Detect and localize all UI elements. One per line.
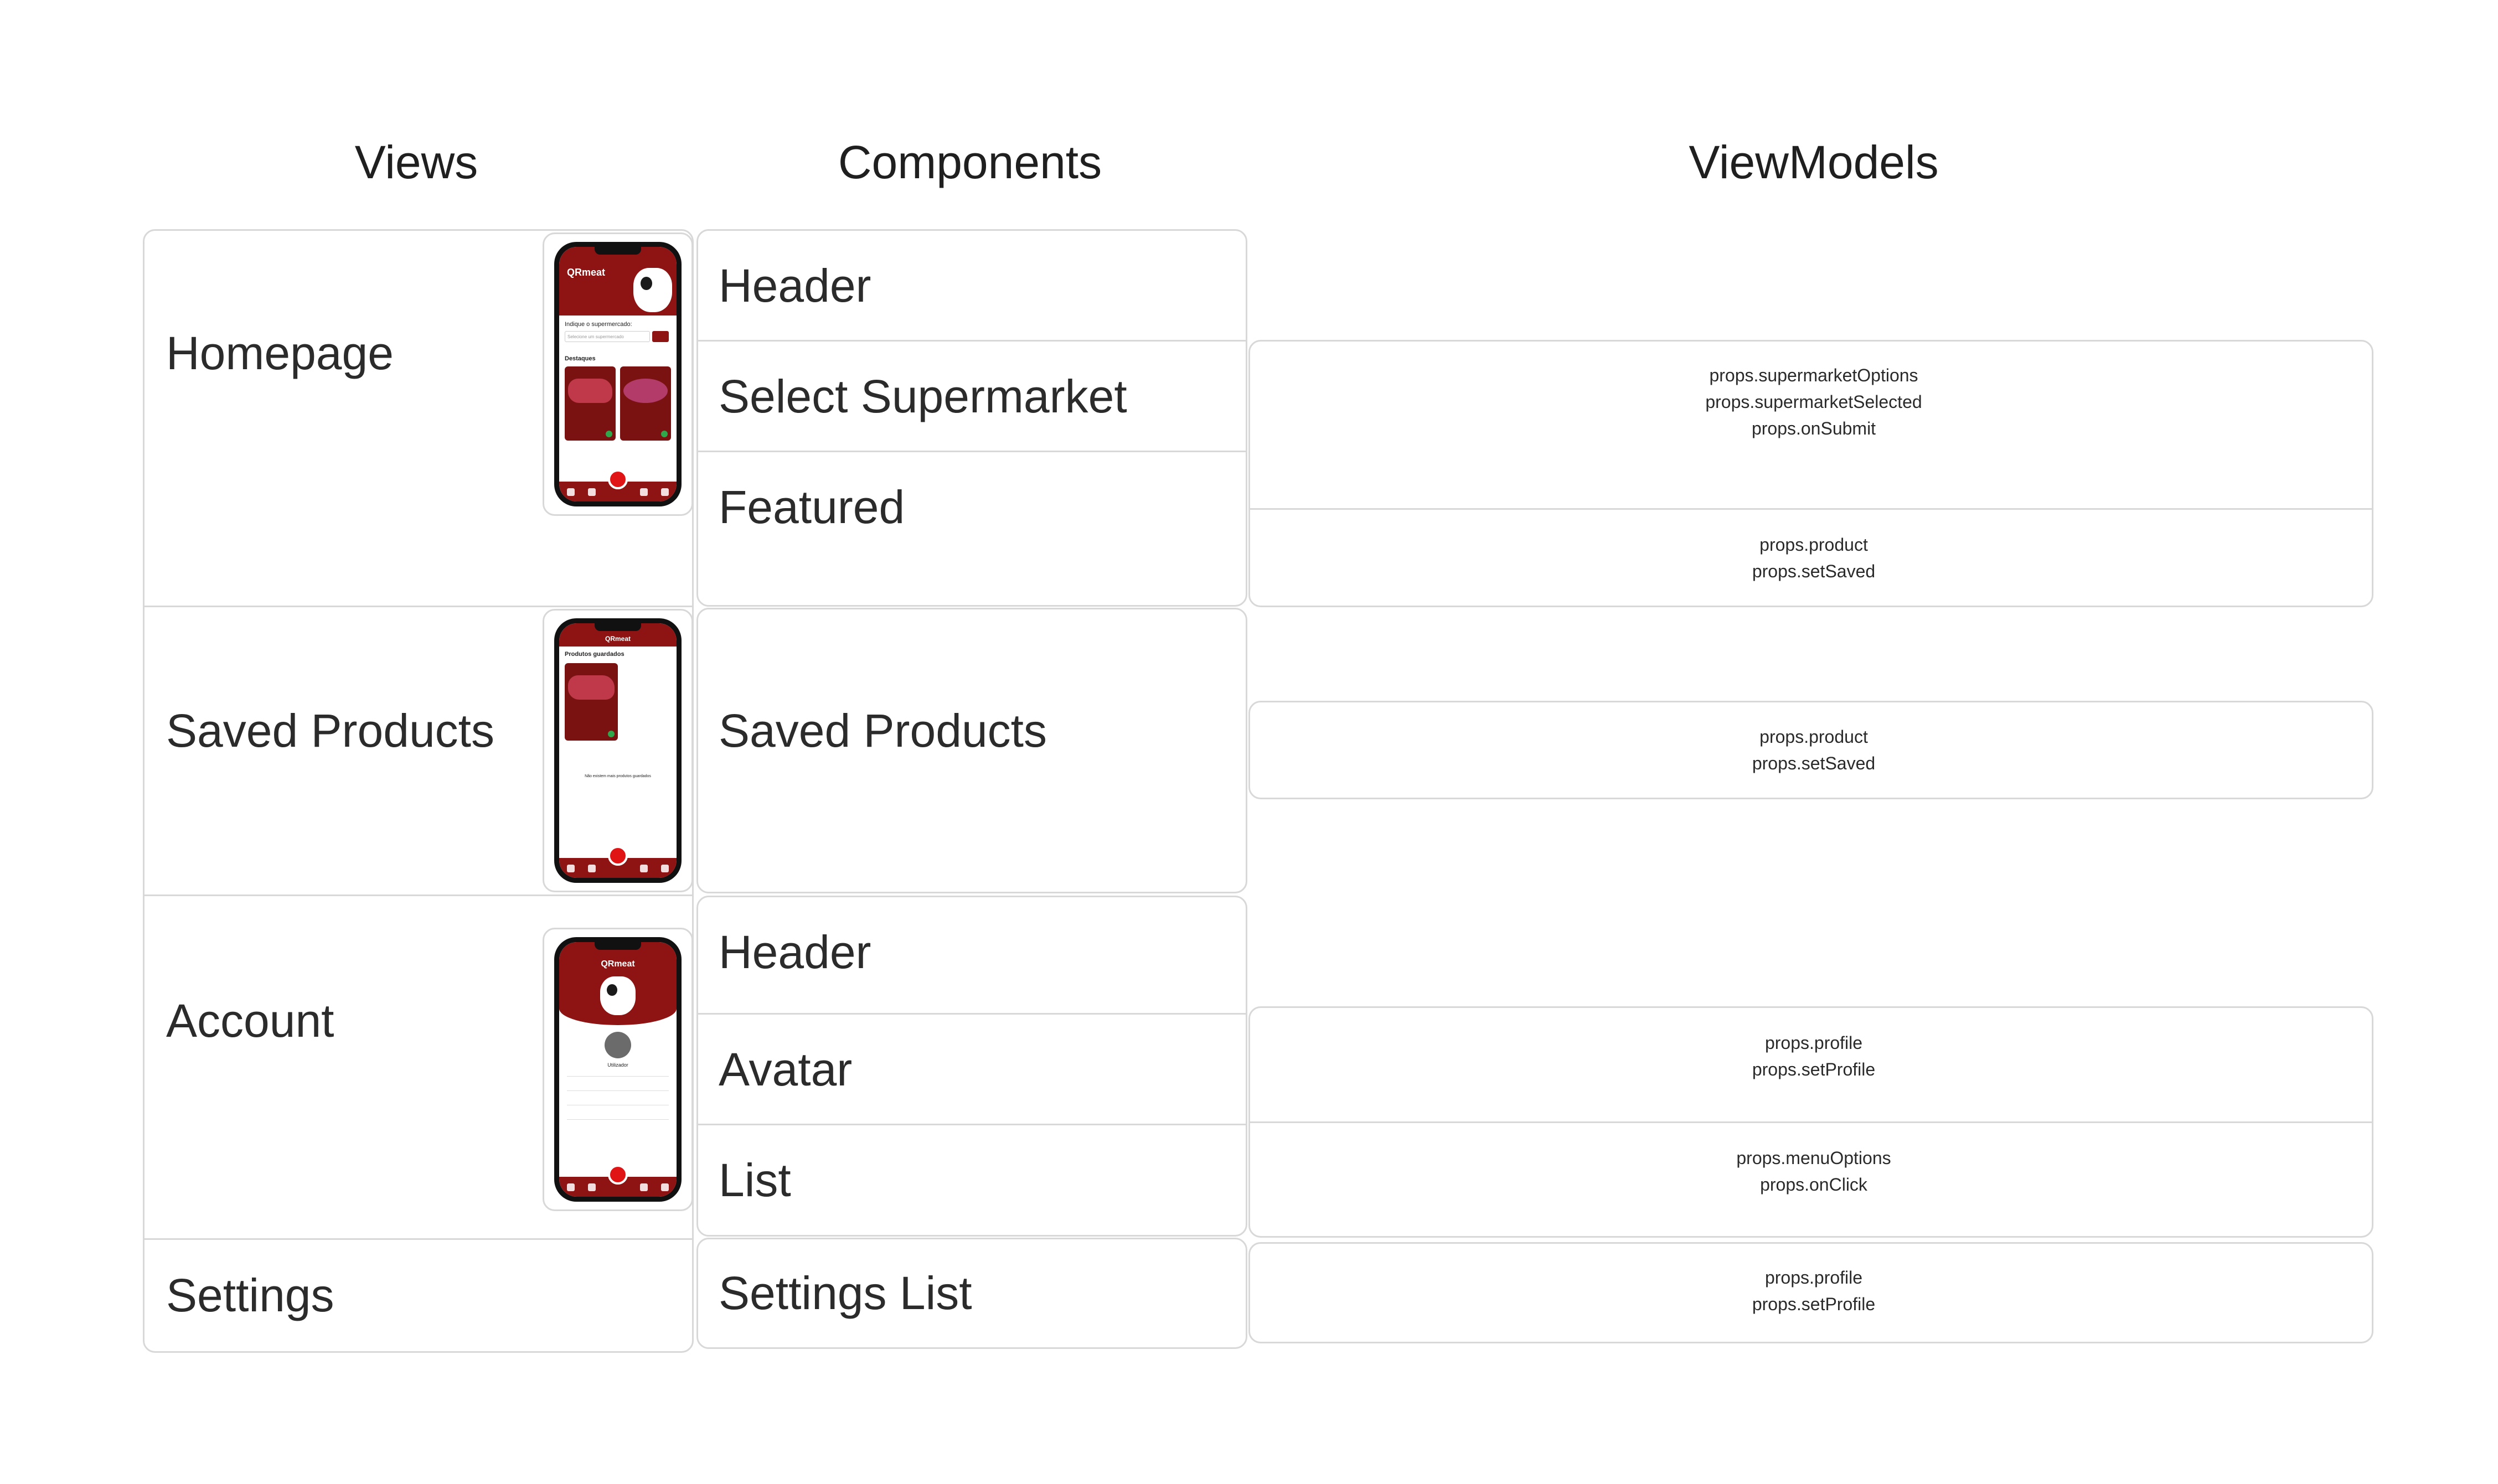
list-icon[interactable] (640, 865, 648, 872)
home-select-placeholder: Selecione um supermercado (567, 334, 624, 339)
home-supermarket-select[interactable]: Selecione um supermercado (565, 331, 650, 342)
phone-screen: QRmeat Indique o supermercado: Selecione… (559, 247, 677, 501)
viewmodel-prop: props.supermarketOptions (1709, 365, 1918, 385)
app-logo: QRmeat (601, 959, 635, 969)
view-saved-products-label: Saved Products (166, 705, 495, 757)
viewmodel-select-supermarket: props.supermarketOptions props.supermark… (1252, 362, 2375, 442)
component-select-supermarket: Select Supermarket (719, 370, 1127, 422)
views-column-title: Views (354, 136, 478, 188)
account-username: Utilizador (607, 1062, 628, 1068)
phone-frame: QRmeat Utilizador (554, 937, 682, 1202)
user-icon[interactable] (661, 865, 669, 872)
homepage-mockup: QRmeat Indique o supermercado: Selecione… (543, 232, 693, 516)
viewmodel-list: props.menuOptions props.onClick (1252, 1145, 2375, 1198)
component-divider (696, 1013, 1247, 1015)
featured-product-card[interactable] (620, 366, 671, 441)
viewmodel-featured: props.product props.setSaved (1252, 531, 2375, 585)
product-status-dot (606, 431, 612, 437)
component-divider (696, 1124, 1247, 1125)
qr-scan-button[interactable] (608, 469, 628, 489)
viewmodel-prop: props.product (1759, 727, 1868, 747)
viewmodel-prop: props.product (1759, 535, 1868, 555)
featured-product-card[interactable] (565, 366, 616, 441)
saved-title: Produtos guardados (565, 651, 624, 658)
views-divider (143, 606, 694, 607)
user-icon[interactable] (661, 1183, 669, 1191)
meat-image (568, 675, 615, 700)
viewmodel-prop: props.onClick (1760, 1175, 1867, 1195)
saved-product-card[interactable] (565, 663, 618, 741)
home-header-banner: QRmeat (559, 247, 677, 316)
cow-image (633, 268, 672, 312)
home-icon[interactable] (567, 488, 575, 496)
component-divider (696, 451, 1247, 452)
viewmodel-prop: props.setSaved (1752, 561, 1876, 581)
views-divider (143, 894, 694, 896)
viewmodel-prop: props.onSubmit (1751, 418, 1876, 438)
list-divider (567, 1076, 669, 1077)
list-icon[interactable] (640, 488, 648, 496)
phone-screen: QRmeat Utilizador (559, 942, 677, 1197)
phone-frame: QRmeat Indique o supermercado: Selecione… (554, 242, 682, 506)
user-icon[interactable] (661, 488, 669, 496)
phone-frame: QRmeat Produtos guardados Não existem ma… (554, 618, 682, 883)
home-submit-button[interactable] (652, 331, 669, 342)
component-settings-list: Settings List (719, 1267, 972, 1319)
viewmodel-prop: props.supermarketSelected (1705, 392, 1922, 412)
product-status-dot (661, 431, 668, 437)
avatar[interactable] (605, 1032, 631, 1058)
phone-notch (595, 942, 641, 950)
view-settings-label: Settings (166, 1269, 334, 1321)
viewmodel-prop: props.setProfile (1752, 1059, 1876, 1079)
view-account-label: Account (166, 995, 334, 1047)
app-logo: QRmeat (567, 267, 606, 278)
meat-image (568, 379, 612, 403)
home-prompt: Indique o supermercado: (565, 321, 632, 328)
product-status-dot (608, 731, 615, 737)
viewmodel-prop: props.menuOptions (1736, 1148, 1891, 1168)
component-divider (696, 340, 1247, 342)
view-homepage-label: Homepage (166, 327, 394, 379)
qr-scan-button[interactable] (608, 846, 628, 866)
saved-empty-message: Não existem mais produtos guardados (585, 774, 651, 778)
list-divider (567, 1090, 669, 1091)
saved-products-mockup: QRmeat Produtos guardados Não existem ma… (543, 609, 693, 892)
component-saved-products: Saved Products (719, 705, 1047, 757)
viewmodel-prop: props.profile (1764, 1033, 1863, 1053)
list-divider (567, 1119, 669, 1120)
phone-screen: QRmeat Produtos guardados Não existem ma… (559, 623, 677, 878)
viewmodel-divider (1248, 1121, 2373, 1123)
home-icon[interactable] (567, 1183, 575, 1191)
components-column-title: Components (838, 136, 1102, 188)
component-featured: Featured (719, 481, 905, 533)
home-icon[interactable] (567, 865, 575, 872)
viewmodel-settings-list: props.profile props.setProfile (1252, 1264, 2375, 1317)
account-mockup: QRmeat Utilizador (543, 928, 693, 1211)
phone-notch (595, 247, 641, 255)
cow-image (600, 976, 636, 1015)
viewmodel-prop: props.profile (1764, 1268, 1863, 1287)
phone-notch (595, 623, 641, 631)
meat-image (623, 379, 668, 403)
viewmodel-prop: props.setProfile (1752, 1294, 1876, 1314)
component-header: Header (719, 926, 871, 978)
account-header-banner: QRmeat (559, 942, 677, 1025)
heart-icon[interactable] (588, 865, 596, 872)
views-divider (143, 1238, 694, 1240)
heart-icon[interactable] (588, 488, 596, 496)
home-featured-title: Destaques (565, 355, 596, 362)
viewmodel-prop: props.setSaved (1752, 753, 1876, 773)
heart-icon[interactable] (588, 1183, 596, 1191)
viewmodel-avatar: props.profile props.setProfile (1252, 1030, 2375, 1083)
app-logo: QRmeat (605, 635, 631, 643)
component-list: List (719, 1154, 791, 1206)
qr-scan-button[interactable] (608, 1165, 628, 1185)
viewmodels-column-title: ViewModels (1689, 136, 1939, 188)
component-header: Header (719, 260, 871, 312)
viewmodel-divider (1248, 508, 2373, 510)
list-icon[interactable] (640, 1183, 648, 1191)
viewmodel-saved-products: props.product props.setSaved (1252, 723, 2375, 777)
component-avatar: Avatar (719, 1043, 853, 1095)
